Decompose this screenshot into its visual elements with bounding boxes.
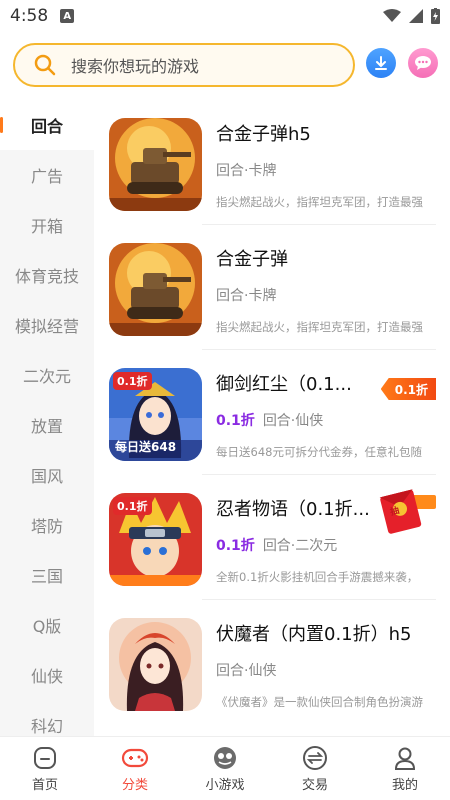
- nav-minigame-label: 小游戏: [205, 777, 245, 793]
- nav-home[interactable]: 首页: [0, 737, 90, 800]
- game-meta: 回合·仙侠: [216, 660, 276, 680]
- sidebar-item-qban[interactable]: Q版: [0, 600, 94, 650]
- game-name: 御剑红尘（0.1...: [216, 374, 352, 395]
- bottom-nav: 首页 分类 小游戏 交易 我的: [0, 736, 450, 800]
- game-meta: 0.1折 回合·二次元: [216, 535, 337, 555]
- trade-icon: [303, 745, 327, 770]
- game-desc: 指尖燃起战火，指挥坦克军团，打造最强: [216, 320, 423, 334]
- sidebar-item-guofeng[interactable]: 国风: [0, 450, 94, 500]
- fairy-art-icon: [109, 618, 202, 711]
- status-time: 4:58: [10, 6, 49, 26]
- game-tags: 回合·二次元: [262, 538, 338, 554]
- message-button[interactable]: [408, 48, 438, 78]
- game-icon[interactable]: [109, 243, 202, 336]
- nav-profile-label: 我的: [391, 777, 418, 793]
- game-icon[interactable]: 0.1折 每日送648: [109, 368, 202, 461]
- game-list: 合金子弹h5 回合·卡牌 指尖燃起战火，指挥坦克军团，打造最强 合金子弹 回合·…: [94, 100, 450, 736]
- game-tags: 回合·仙侠: [216, 663, 277, 679]
- search-input[interactable]: 搜索你想玩的游戏: [13, 43, 355, 87]
- gamepad-icon: [121, 748, 149, 767]
- game-desc: 《伏魔者》是一款仙侠回合制角色扮演游: [216, 695, 423, 709]
- game-item[interactable]: 伏魔者（内置0.1折）h5 回合·仙侠 《伏魔者》是一款仙侠回合制角色扮演游: [94, 600, 450, 725]
- status-icons: [383, 8, 440, 24]
- discount-text: 0.1折: [216, 413, 255, 429]
- red-packet[interactable]: 抽: [378, 485, 436, 535]
- sidebar-item-kehuan[interactable]: 科幻: [0, 700, 94, 736]
- nav-trade[interactable]: 交易: [270, 737, 360, 800]
- minigame-icon: [214, 746, 236, 769]
- download-icon: [375, 56, 387, 70]
- search-row: 搜索你想玩的游戏: [0, 42, 450, 88]
- game-name: 合金子弹: [216, 249, 288, 270]
- search-placeholder: 搜索你想玩的游戏: [71, 57, 200, 76]
- home-icon: [34, 746, 56, 769]
- sidebar-item-moni[interactable]: 模拟经营: [0, 300, 94, 350]
- notification-a-icon: A: [60, 9, 75, 23]
- download-button[interactable]: [366, 48, 396, 78]
- sidebar-item-xianxia[interactable]: 仙侠: [0, 650, 94, 700]
- game-tags: 回合·仙侠: [262, 413, 324, 429]
- nav-category-label: 分类: [121, 777, 148, 793]
- sidebar-item-tiyu[interactable]: 体育竞技: [0, 250, 94, 300]
- sidebar-item-sanguo[interactable]: 三国: [0, 550, 94, 600]
- sidebar-item-guanggao[interactable]: 广告: [0, 150, 94, 200]
- game-icon[interactable]: [109, 118, 202, 211]
- sidebar-item-tafang[interactable]: 塔防: [0, 500, 94, 550]
- game-tags: 回合·卡牌: [216, 163, 277, 179]
- thumb-discount-label: 0.1折: [113, 372, 152, 390]
- nav-trade-label: 交易: [301, 777, 328, 793]
- search-icon: [34, 54, 56, 76]
- discount-badge: 0.1折: [380, 378, 436, 400]
- game-item[interactable]: 0.1折 每日送648 御剑红尘（0.1... 0.1折 0.1折 回合·仙侠 …: [94, 350, 450, 475]
- game-name: 合金子弹h5: [216, 124, 311, 145]
- game-name: 伏魔者（内置0.1折）h5: [216, 624, 412, 645]
- sidebar-item-kaixiang[interactable]: 开箱: [0, 200, 94, 250]
- discount-text: 0.1折: [216, 538, 255, 554]
- wifi-icon: [383, 9, 401, 22]
- game-item[interactable]: 合金子弹h5 回合·卡牌 指尖燃起战火，指挥坦克军团，打造最强: [94, 100, 450, 225]
- game-tags: 回合·卡牌: [216, 288, 277, 304]
- game-item[interactable]: 0.1折 忍者物语（0.1折... 抽 0.1折 回合·二次元 全新0.1折火影…: [94, 475, 450, 600]
- status-bar: 4:58 A: [0, 0, 450, 32]
- sidebar-item-fangzhi[interactable]: 放置: [0, 400, 94, 450]
- user-icon: [394, 747, 416, 770]
- signal-icon: [409, 9, 423, 23]
- tank-art-icon: [109, 243, 202, 336]
- nav-minigame[interactable]: 小游戏: [180, 737, 270, 800]
- sidebar-item-erciyuan[interactable]: 二次元: [0, 350, 94, 400]
- game-item[interactable]: 合金子弹 回合·卡牌 指尖燃起战火，指挥坦克军团，打造最强: [94, 225, 450, 350]
- game-icon[interactable]: 0.1折: [109, 493, 202, 586]
- game-desc: 每日送648元可拆分代金券，任意礼包随: [216, 445, 422, 459]
- game-meta: 回合·卡牌: [216, 160, 276, 180]
- game-meta: 回合·卡牌: [216, 285, 276, 305]
- game-icon[interactable]: [109, 618, 202, 711]
- game-meta: 0.1折 回合·仙侠: [216, 410, 323, 430]
- red-packet-icon: [379, 489, 436, 534]
- game-name: 忍者物语（0.1折...: [216, 499, 370, 520]
- nav-category[interactable]: 分类: [90, 737, 180, 800]
- battery-icon: [431, 8, 440, 24]
- thumb-promo-label: 每日送648: [115, 440, 177, 454]
- chat-bubble-icon: [415, 56, 431, 70]
- nav-home-label: 首页: [31, 777, 58, 793]
- game-desc: 全新0.1折火影挂机回合手游震撼来袭，: [216, 570, 419, 584]
- tank-art-icon: [109, 118, 202, 211]
- game-desc: 指尖燃起战火，指挥坦克军团，打造最强: [216, 195, 423, 209]
- thumb-discount-label: 0.1折: [113, 497, 152, 515]
- category-sidebar: 回合 广告 开箱 体育竞技 模拟经营 二次元 放置 国风 塔防 三国 Q版 仙侠…: [0, 100, 94, 736]
- nav-profile[interactable]: 我的: [360, 737, 450, 800]
- sidebar-item-huihe[interactable]: 回合: [0, 100, 94, 150]
